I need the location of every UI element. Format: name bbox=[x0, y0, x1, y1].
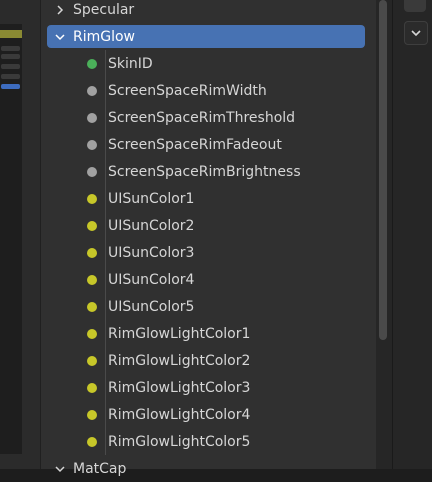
socket-label: SkinID bbox=[108, 55, 153, 72]
socket-item[interactable]: RimGlowLightColor5 bbox=[41, 428, 376, 455]
socket-label: ScreenSpaceRimThreshold bbox=[108, 109, 296, 126]
dropdown-button[interactable] bbox=[404, 21, 428, 45]
socket-item[interactable]: ScreenSpaceRimThreshold bbox=[41, 104, 376, 131]
panel-label: RimGlow bbox=[73, 28, 136, 45]
socket-label: UISunColor1 bbox=[108, 190, 195, 207]
panel-label: Specular bbox=[73, 1, 135, 18]
socket-item[interactable]: RimGlowLightColor4 bbox=[41, 401, 376, 428]
socket-item[interactable]: RimGlowLightColor2 bbox=[41, 347, 376, 374]
chevron-down-icon bbox=[410, 24, 422, 43]
scrollbar-thumb[interactable] bbox=[379, 0, 387, 340]
socket-item[interactable]: ScreenSpaceRimWidth bbox=[41, 77, 376, 104]
socket-item[interactable]: UISunColor2 bbox=[41, 212, 376, 239]
socket-label: RimGlowLightColor3 bbox=[108, 379, 251, 396]
socket-label: ScreenSpaceRimWidth bbox=[108, 82, 267, 99]
socket-yellow-icon bbox=[87, 301, 97, 312]
socket-item[interactable]: ScreenSpaceRimBrightness bbox=[41, 158, 376, 185]
area-divider[interactable] bbox=[32, 0, 41, 469]
socket-label: ScreenSpaceRimFadeout bbox=[108, 136, 282, 153]
socket-yellow-icon bbox=[87, 382, 97, 393]
socket-label: RimGlowLightColor5 bbox=[108, 433, 251, 450]
socket-yellow-icon bbox=[87, 274, 97, 285]
socket-yellow-icon bbox=[87, 220, 97, 231]
socket-item[interactable]: SkinID bbox=[41, 50, 376, 77]
socket-item[interactable]: UISunColor5 bbox=[41, 293, 376, 320]
socket-yellow-icon bbox=[87, 436, 97, 447]
socket-label: UISunColor3 bbox=[108, 244, 195, 261]
socket-item[interactable]: UISunColor4 bbox=[41, 266, 376, 293]
node-value-field bbox=[1, 84, 20, 89]
right-toolbar bbox=[393, 0, 432, 469]
socket-item[interactable]: ScreenSpaceRimFadeout bbox=[41, 131, 376, 158]
chevron-down-icon bbox=[53, 30, 67, 44]
socket-item[interactable]: RimGlowLightColor3 bbox=[41, 374, 376, 401]
node-field bbox=[1, 64, 20, 69]
node-thumbnail bbox=[0, 24, 22, 454]
socket-green-icon bbox=[87, 58, 97, 69]
socket-yellow-icon bbox=[87, 409, 97, 420]
socket-yellow-icon bbox=[87, 193, 97, 204]
socket-label: UISunColor5 bbox=[108, 298, 195, 315]
socket-item[interactable]: UISunColor3 bbox=[41, 239, 376, 266]
node-field bbox=[1, 46, 20, 51]
chevron-right-icon bbox=[53, 3, 67, 17]
socket-label: UISunColor4 bbox=[108, 271, 195, 288]
socket-yellow-icon bbox=[87, 355, 97, 366]
socket-label: UISunColor2 bbox=[108, 217, 195, 234]
socket-label: RimGlowLightColor1 bbox=[108, 325, 251, 342]
socket-gray-icon bbox=[87, 166, 97, 177]
node-field bbox=[1, 74, 20, 79]
socket-item[interactable]: RimGlowLightColor1 bbox=[41, 320, 376, 347]
node-editor-preview bbox=[0, 0, 32, 469]
interface-tree-panel: Specular RimGlow SkinID ScreenSpaceRimWid… bbox=[41, 0, 376, 477]
socket-gray-icon bbox=[87, 112, 97, 123]
node-field bbox=[1, 54, 20, 59]
panel-specular[interactable]: Specular bbox=[47, 0, 365, 23]
toolbar-button[interactable] bbox=[404, 0, 426, 12]
socket-label: ScreenSpaceRimBrightness bbox=[108, 163, 301, 180]
socket-gray-icon bbox=[87, 85, 97, 96]
socket-item[interactable]: UISunColor1 bbox=[41, 185, 376, 212]
socket-yellow-icon bbox=[87, 247, 97, 258]
node-header bbox=[0, 30, 22, 38]
socket-gray-icon bbox=[87, 139, 97, 150]
socket-label: RimGlowLightColor2 bbox=[108, 352, 251, 369]
socket-yellow-icon bbox=[87, 328, 97, 339]
socket-label: RimGlowLightColor4 bbox=[108, 406, 251, 423]
panel-rimglow[interactable]: RimGlow bbox=[47, 25, 365, 48]
